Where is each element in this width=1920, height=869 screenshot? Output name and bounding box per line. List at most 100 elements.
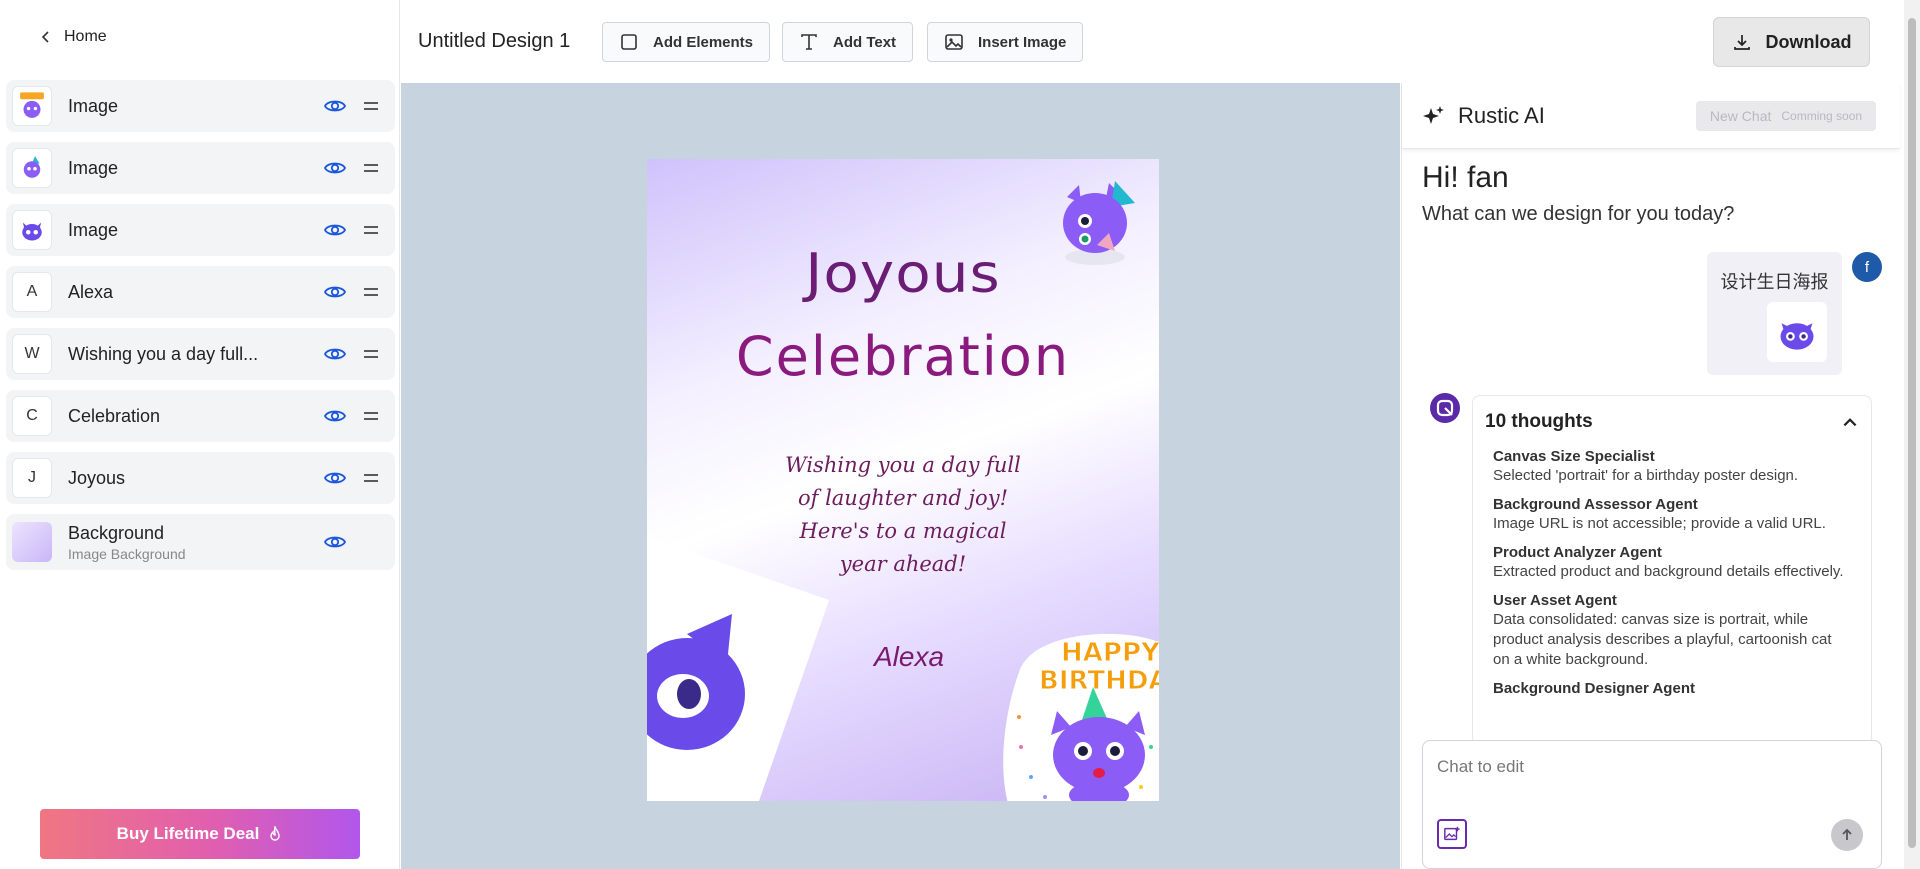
thought-desc: Data consolidated: canvas size is portra… <box>1493 611 1832 668</box>
attached-image[interactable] <box>1767 302 1827 362</box>
image-upload-button[interactable] <box>1437 819 1467 849</box>
poster-wish-text[interactable]: Wishing you a day full of laughter and j… <box>773 449 1033 581</box>
design-title[interactable]: Untitled Design 1 <box>418 30 570 53</box>
download-button[interactable]: Download <box>1713 17 1870 67</box>
layer-name: Joyous <box>68 467 126 488</box>
sticker-text-happy: HAPPY <box>1061 638 1159 668</box>
image-plus-icon <box>1444 826 1460 841</box>
chevron-left-icon <box>41 31 49 43</box>
thought-title: User Asset Agent <box>1493 592 1617 609</box>
thoughts-toggle[interactable]: 10 thoughts <box>1473 396 1871 448</box>
drag-handle-icon[interactable] <box>361 220 381 240</box>
page-scrollbar[interactable] <box>1904 0 1920 869</box>
layer-name: Background <box>68 522 165 543</box>
buy-lifetime-deal-button[interactable]: Buy Lifetime Deal <box>40 809 360 859</box>
thought-title: Product Analyzer Agent <box>1493 544 1662 561</box>
background-thumb <box>12 522 52 562</box>
drag-handle-icon[interactable] <box>361 406 381 426</box>
thought-desc: Image URL is not accessible; provide a v… <box>1493 515 1826 532</box>
ai-assistant-panel: Rustic AI New Chat Comming soon Hi! fan … <box>1401 83 1900 869</box>
sparkles-icon <box>1423 105 1444 124</box>
eye-icon[interactable] <box>323 280 347 304</box>
eye-icon[interactable] <box>323 530 347 554</box>
new-chat-button[interactable]: New Chat Comming soon <box>1696 101 1876 131</box>
eye-icon[interactable] <box>323 466 347 490</box>
layer-name: Wishing you a day full... <box>68 343 259 364</box>
layer-item-celebration[interactable]: C Celebration <box>6 390 395 442</box>
sticker-text-birthday: BIRTHDAY! <box>1039 666 1159 696</box>
eye-icon[interactable] <box>323 218 347 242</box>
text-layer-thumb: A <box>12 272 52 312</box>
poster-canvas[interactable]: Joyous Celebration Wishing you a day ful… <box>647 159 1159 801</box>
new-chat-label: New Chat <box>1709 108 1772 124</box>
layer-name: Image <box>68 157 119 178</box>
home-label: Home <box>64 28 107 45</box>
chat-input[interactable] <box>1437 757 1837 777</box>
layer-name: Alexa <box>68 281 114 302</box>
buy-label: Buy Lifetime Deal <box>116 824 260 843</box>
ai-title: Rustic AI <box>1458 102 1545 128</box>
thought-item: Product Analyzer Agent Extracted product… <box>1473 544 1871 582</box>
eye-icon[interactable] <box>323 94 347 118</box>
eye-icon[interactable] <box>323 342 347 366</box>
drag-handle-icon[interactable] <box>361 468 381 488</box>
text-icon <box>801 34 817 50</box>
purple-cat-sticker[interactable] <box>647 604 747 754</box>
user-avatar: f <box>1852 252 1882 282</box>
drag-handle-icon[interactable] <box>361 282 381 302</box>
thoughts-title: 10 thoughts <box>1485 411 1593 432</box>
layer-item-image-1[interactable]: Image <box>6 80 395 132</box>
thought-title: Background Designer Agent <box>1493 680 1695 697</box>
party-cat-thumb <box>12 148 52 188</box>
ai-header: Rustic AI New Chat Comming soon <box>1402 83 1900 149</box>
greeting-text: Hi! fan <box>1422 161 1509 194</box>
purple-cat-icon <box>1780 323 1814 350</box>
thought-item: Background Assessor Agent Image URL is n… <box>1473 496 1871 534</box>
thought-title: Background Assessor Agent <box>1493 496 1698 513</box>
layer-item-alexa[interactable]: A Alexa <box>6 266 395 318</box>
scrollbar-thumb[interactable] <box>1908 18 1916 848</box>
happy-birthday-sticker[interactable]: HAPPY BIRTHDAY! <box>1001 627 1159 801</box>
add-elements-label: Add Elements <box>653 33 754 51</box>
download-icon <box>1733 35 1750 50</box>
arrow-up-icon <box>1842 828 1852 840</box>
download-label: Download <box>1765 31 1852 52</box>
poster-title-line1[interactable]: Joyous <box>647 242 1159 305</box>
insert-image-button[interactable]: Insert Image <box>927 22 1084 62</box>
drag-handle-icon[interactable] <box>361 96 381 116</box>
add-text-button[interactable]: Add Text <box>782 22 914 62</box>
bot-avatar-icon <box>1430 393 1460 423</box>
user-message-text: 设计生日海报 <box>1720 272 1829 292</box>
thought-desc: Extracted product and background details… <box>1493 563 1844 580</box>
layer-name: Celebration <box>68 405 161 426</box>
layer-item-background[interactable]: Background Image Background <box>6 514 395 570</box>
thought-item: User Asset Agent Data consolidated: canv… <box>1473 592 1871 670</box>
thought-title: Canvas Size Specialist <box>1493 448 1655 465</box>
subgreeting-text: What can we design for you today? <box>1422 203 1735 225</box>
canvas-area[interactable]: Joyous Celebration Wishing you a day ful… <box>401 83 1400 869</box>
top-toolbar: Untitled Design 1 Add Elements Add Text … <box>401 0 1900 83</box>
user-message-bubble: 设计生日海报 <box>1707 252 1842 375</box>
layer-item-wishing[interactable]: W Wishing you a day full... <box>6 328 395 380</box>
layers-sidebar: Home Image Image Image A Alexa W Wishing… <box>0 0 400 869</box>
thoughts-panel: 10 thoughts Canvas Size Specialist Selec… <box>1472 395 1872 745</box>
add-elements-button[interactable]: Add Elements <box>602 22 771 62</box>
layer-item-image-2[interactable]: Image <box>6 142 395 194</box>
send-button[interactable] <box>1831 819 1863 851</box>
chevron-up-icon <box>1843 418 1857 427</box>
flame-icon <box>270 826 281 841</box>
drag-handle-icon[interactable] <box>361 158 381 178</box>
text-layer-thumb: C <box>12 396 52 436</box>
layer-item-joyous[interactable]: J Joyous <box>6 452 395 504</box>
home-link[interactable]: Home <box>38 28 107 46</box>
eye-icon[interactable] <box>323 404 347 428</box>
birthday-cat-thumb <box>12 86 52 126</box>
thought-desc: Selected 'portrait' for a birthday poste… <box>1493 467 1799 484</box>
drag-handle-icon[interactable] <box>361 344 381 364</box>
layer-name: Image <box>68 95 119 116</box>
eye-icon[interactable] <box>323 156 347 180</box>
purple-cat-thumb <box>12 210 52 250</box>
add-text-label: Add Text <box>833 33 897 51</box>
layer-item-image-3[interactable]: Image <box>6 204 395 256</box>
poster-title-line2[interactable]: Celebration <box>647 325 1159 388</box>
